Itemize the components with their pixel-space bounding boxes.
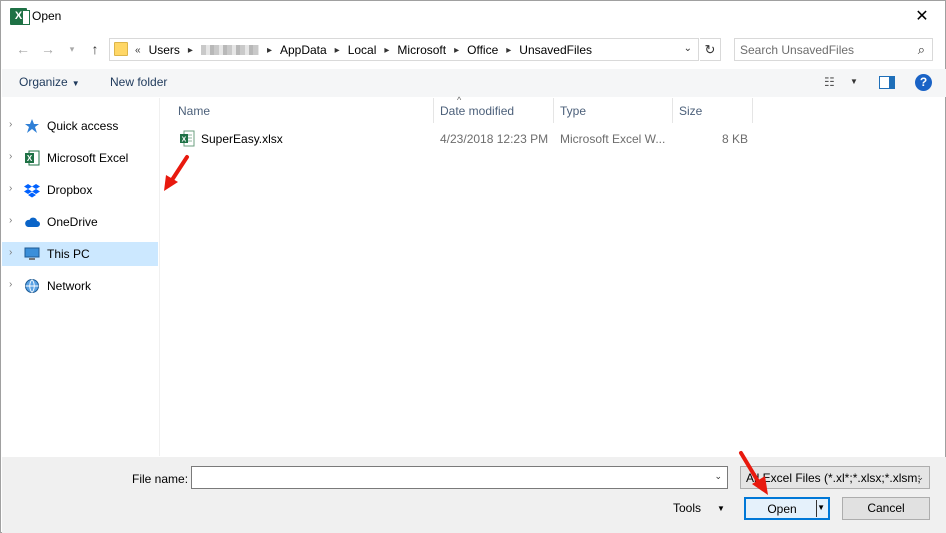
search-input[interactable] — [740, 42, 905, 57]
chevron-right-icon[interactable]: ▸ — [185, 45, 196, 56]
change-view-button[interactable]: ☷ — [824, 75, 835, 89]
breadcrumb-username-redacted[interactable] — [200, 45, 259, 55]
chevron-right-icon[interactable]: ▸ — [264, 45, 275, 56]
recent-locations-button[interactable]: ▾ — [62, 39, 82, 59]
breadcrumb-unsavedfiles[interactable]: UnsavedFiles — [514, 43, 597, 57]
svg-text:X: X — [182, 137, 187, 144]
file-type: Microsoft Excel W... — [560, 132, 666, 146]
file-date-modified: 4/23/2018 12:23 PM — [440, 132, 549, 146]
sidebar-item-label: OneDrive — [47, 215, 98, 229]
forward-button[interactable]: → — [38, 39, 58, 59]
refresh-button[interactable]: ↻ — [700, 38, 721, 61]
chevron-right-icon[interactable]: › — [9, 279, 12, 290]
chevron-down-icon[interactable]: ⌄ — [916, 472, 924, 483]
file-name-field[interactable] — [195, 470, 705, 485]
column-header-label: Type — [560, 104, 587, 118]
folder-icon — [114, 42, 128, 56]
address-bar[interactable]: « Users ▸ ▸ AppData ▸ Local ▸ Microsoft … — [109, 38, 699, 61]
sidebar-item-label: Dropbox — [47, 183, 93, 197]
file-row[interactable]: X SuperEasy.xlsx 4/23/2018 12:23 PM Micr… — [161, 129, 761, 149]
preview-pane-button[interactable] — [879, 76, 895, 89]
sidebar-item-this-pc[interactable]: › This PC — [2, 242, 158, 266]
file-name-combobox[interactable]: ⌄ — [191, 466, 728, 489]
chevron-right-icon[interactable]: ▸ — [503, 45, 514, 56]
excel-icon: X — [25, 150, 40, 166]
chevron-right-icon[interactable]: ▸ — [332, 45, 343, 56]
chevron-right-icon[interactable]: › — [9, 215, 12, 226]
sidebar-item-label: Microsoft Excel — [47, 151, 129, 165]
file-list: ^ Name Date modified Type Size X SuperEa… — [161, 95, 946, 456]
breadcrumb-overflow[interactable]: « — [132, 45, 144, 56]
chevron-down-icon[interactable]: ▼ — [717, 504, 725, 513]
svg-text:X: X — [27, 154, 33, 163]
chevron-right-icon[interactable]: › — [9, 183, 12, 194]
annotation-arrow-icon — [164, 155, 189, 191]
chevron-right-icon[interactable]: › — [9, 247, 12, 258]
column-header-type[interactable]: Type — [554, 98, 673, 123]
file-size: 8 KB — [722, 132, 749, 146]
bottom-pane: File name: ⌄ All Excel Files (*.xl*;*.xl… — [2, 457, 946, 533]
sidebar-item-quick-access[interactable]: › Quick access — [2, 114, 158, 138]
sidebar-item-dropbox[interactable]: › Dropbox — [2, 178, 158, 202]
cloud-icon — [25, 217, 40, 227]
breadcrumb-office[interactable]: Office — [462, 43, 503, 57]
navigation-pane: › Quick access › X Microsoft Excel › Dro… — [2, 98, 160, 456]
column-header-label: Size — [679, 104, 703, 118]
chevron-right-icon[interactable]: ▸ — [381, 45, 392, 56]
annotation-arrow-icon — [739, 451, 768, 495]
help-button[interactable]: ? — [915, 74, 932, 91]
breadcrumb-microsoft[interactable]: Microsoft — [392, 43, 451, 57]
sidebar-item-microsoft-excel[interactable]: › X Microsoft Excel — [2, 146, 158, 170]
tools-button[interactable]: Tools — [673, 501, 701, 515]
chevron-right-icon[interactable]: › — [9, 151, 12, 162]
sidebar-item-onedrive[interactable]: › OneDrive — [2, 210, 158, 234]
breadcrumb-users[interactable]: Users — [144, 43, 185, 57]
column-header-label: Name — [178, 104, 211, 118]
window-title: Open — [32, 9, 62, 23]
chevron-down-icon: ▼ — [71, 79, 80, 88]
open-button[interactable]: Open ▼ — [744, 497, 830, 520]
back-button[interactable]: ← — [13, 39, 33, 59]
close-button[interactable]: ✕ — [899, 1, 945, 32]
new-folder-button[interactable]: New folder — [110, 75, 167, 89]
column-header-name[interactable]: Name — [172, 98, 434, 123]
chevron-down-icon[interactable]: ▼ — [850, 77, 858, 86]
network-icon — [25, 279, 39, 293]
chevron-right-icon[interactable]: › — [9, 119, 12, 130]
title-bar: X Open ✕ — [1, 1, 945, 32]
computer-icon — [24, 247, 40, 260]
breadcrumb-appdata[interactable]: AppData — [275, 43, 332, 57]
star-icon — [25, 119, 39, 133]
open-button-label: Open — [767, 502, 797, 516]
command-toolbar: Organize ▼ New folder ☷ ▼ ? — [2, 69, 946, 97]
sidebar-item-label: Network — [47, 279, 92, 293]
file-name-label: File name: — [132, 472, 189, 486]
sidebar-item-network[interactable]: › Network — [2, 274, 158, 298]
chevron-down-icon[interactable]: ▼ — [817, 503, 825, 512]
up-button[interactable]: ↑ — [85, 39, 105, 59]
chevron-down-icon[interactable]: ⌄ — [684, 43, 692, 54]
excel-file-icon: X — [180, 130, 195, 147]
column-header-size[interactable]: Size — [673, 98, 753, 123]
organize-button[interactable]: Organize ▼ — [19, 75, 80, 89]
chevron-down-icon[interactable]: ⌄ — [714, 471, 722, 482]
open-dialog: X Open ✕ ← → ▾ ↑ « Users ▸ ▸ AppData ▸ L… — [0, 0, 946, 533]
breadcrumb: « Users ▸ ▸ AppData ▸ Local ▸ Microsoft … — [132, 42, 597, 58]
cancel-button[interactable]: Cancel — [842, 497, 930, 520]
file-name: SuperEasy.xlsx — [201, 132, 283, 146]
search-box[interactable]: ⌕ — [734, 38, 933, 61]
column-header-date-modified[interactable]: Date modified — [434, 98, 554, 123]
sidebar-item-label: This PC — [47, 247, 90, 261]
sidebar-item-label: Quick access — [47, 119, 119, 133]
breadcrumb-local[interactable]: Local — [343, 43, 382, 57]
dropbox-icon — [24, 184, 40, 198]
search-icon[interactable]: ⌕ — [918, 42, 925, 58]
excel-app-icon: X — [10, 8, 30, 25]
organize-label: Organize — [19, 75, 68, 89]
column-header-label: Date modified — [440, 104, 515, 118]
chevron-right-icon[interactable]: ▸ — [451, 45, 462, 56]
